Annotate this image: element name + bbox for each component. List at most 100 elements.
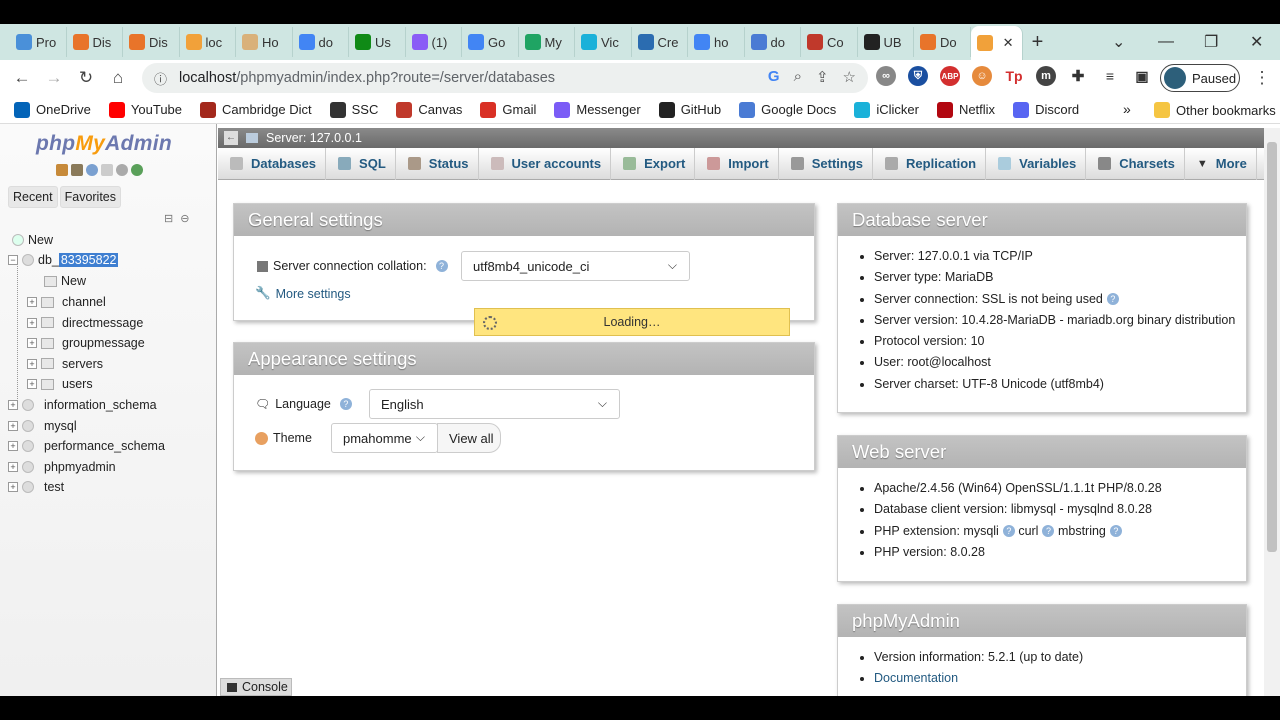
forward-icon[interactable]: → (38, 68, 70, 88)
tree-table-users[interactable]: + users (27, 374, 93, 394)
bookmark-item[interactable]: Google Docs (739, 101, 836, 118)
sidepanel-icon[interactable]: ▣ (1132, 66, 1152, 86)
bookmark-item[interactable]: GitHub (658, 101, 721, 118)
extension-face-icon[interactable]: ☺ (972, 66, 992, 86)
restore-icon[interactable]: ❐ (1204, 24, 1218, 60)
reload-navigation-icon[interactable] (131, 164, 143, 176)
bookmark-item[interactable]: Cambridge Dict (200, 101, 312, 118)
settings-gear-icon[interactable] (116, 164, 128, 176)
zoom-icon[interactable]: ⌕ (794, 68, 802, 86)
google-lens-icon[interactable]: G (768, 68, 780, 86)
browser-tab[interactable]: do (293, 27, 349, 57)
close-tab-icon[interactable]: ✕ (1003, 35, 1014, 51)
tab-databases[interactable]: Databases (218, 147, 327, 180)
tree-new-table[interactable]: New (44, 271, 86, 291)
browser-tab[interactable]: Dis (123, 27, 180, 57)
expand-icon[interactable]: + (27, 317, 37, 328)
bookmark-item[interactable]: Netflix (936, 101, 995, 118)
phpmyadmin-logo[interactable]: phpMyAdmin (36, 132, 172, 156)
tab-more[interactable]: ▼ More (1185, 147, 1257, 180)
tree-db-selected[interactable]: − db_ 83395822 (8, 250, 119, 270)
browser-tab[interactable]: Us (349, 27, 406, 57)
bookmark-item[interactable]: YouTube (108, 101, 182, 118)
expand-icon[interactable]: + (27, 338, 37, 349)
documentation-link[interactable]: Documentation (874, 671, 958, 685)
tree-db-information_schema[interactable]: + information_schema (8, 395, 157, 415)
back-icon[interactable]: ← (6, 68, 38, 88)
more-bookmarks-icon[interactable]: » (1123, 101, 1131, 117)
close-window-icon[interactable]: ✕ (1250, 24, 1263, 60)
minimize-icon[interactable]: — (1158, 24, 1174, 60)
new-tab-icon[interactable]: + (1023, 31, 1053, 54)
shield-icon[interactable]: ⛨ (908, 66, 928, 86)
bookmark-star-icon[interactable]: ☆ (843, 68, 856, 86)
browser-tab[interactable]: (1) (406, 27, 462, 57)
bookmark-item[interactable]: Canvas (396, 101, 462, 118)
active-browser-tab[interactable]: ✕ (970, 26, 1023, 60)
tab-sql[interactable]: SQL (326, 147, 396, 180)
tree-table-servers[interactable]: + servers (27, 354, 103, 374)
m-extension-icon[interactable]: m (1036, 66, 1056, 86)
browser-tab[interactable]: do (745, 27, 801, 57)
tab-replication[interactable]: Replication (873, 147, 987, 180)
address-bar[interactable]: ⓘ localhost/phpmyadmin/index.php?route=/… (142, 63, 868, 93)
tab-user-accounts[interactable]: User accounts (479, 147, 612, 180)
kebab-menu-icon[interactable]: ⋮ (1246, 68, 1278, 88)
expand-icon[interactable]: + (8, 441, 18, 452)
help-icon[interactable]: ? (1042, 525, 1055, 538)
browser-tab[interactable]: Dis (67, 27, 123, 57)
bookmark-item[interactable]: Gmail (480, 101, 536, 118)
collapse-all-icon[interactable]: ⊟ ⊖ (164, 212, 192, 225)
puzzle-icon[interactable]: ✚ (1068, 66, 1088, 86)
tab-import[interactable]: Import (695, 147, 779, 180)
tree-table-directmessage[interactable]: + directmessage (27, 313, 143, 333)
browser-tab[interactable]: Go (462, 27, 519, 57)
browser-tab[interactable]: Vic (575, 27, 632, 57)
tab-search-icon[interactable]: ⌄ (1112, 24, 1125, 60)
help-icon[interactable] (86, 164, 98, 176)
collapse-nav-icon[interactable]: ← (224, 131, 238, 145)
more-settings-text[interactable]: More settings (276, 287, 351, 301)
bookmark-item[interactable]: Messenger (554, 101, 641, 118)
home-icon[interactable] (56, 164, 68, 176)
browser-tab[interactable]: ho (688, 27, 745, 57)
expand-icon[interactable]: + (27, 379, 37, 390)
browser-tab[interactable]: UB (858, 27, 914, 57)
help-icon[interactable]: ? (1106, 293, 1119, 306)
browser-tab[interactable]: Pro (10, 27, 67, 57)
console-toggle[interactable]: Console (220, 678, 292, 696)
bookmark-item[interactable]: iClicker (854, 101, 919, 118)
tree-table-groupmessage[interactable]: + groupmessage (27, 333, 145, 353)
docs-icon[interactable] (101, 164, 113, 176)
reload-icon[interactable]: ↻ (70, 68, 102, 88)
tab-settings[interactable]: Settings (779, 147, 874, 180)
browser-tab[interactable]: Do (914, 27, 971, 57)
extension-icon[interactable]: ∞ (876, 66, 896, 86)
bookmark-item[interactable]: Discord (1013, 101, 1079, 118)
recent-tab[interactable]: Recent (8, 186, 58, 208)
bookmark-item[interactable]: OneDrive (14, 101, 91, 118)
expand-icon[interactable]: + (8, 461, 18, 472)
logout-icon[interactable] (71, 164, 83, 176)
favorites-tab[interactable]: Favorites (59, 186, 122, 208)
help-icon[interactable]: ? (1002, 525, 1015, 538)
profile-button[interactable]: Paused (1160, 64, 1240, 92)
help-icon[interactable]: ? (435, 260, 448, 272)
share-icon[interactable]: ⇪ (816, 68, 829, 86)
expand-icon[interactable]: + (27, 297, 37, 307)
other-bookmarks[interactable]: Other bookmarks (1154, 102, 1276, 118)
home-icon[interactable]: ⌂ (102, 68, 134, 88)
browser-tab[interactable]: Cre (632, 27, 688, 57)
expand-icon[interactable]: + (27, 358, 37, 369)
adblock-icon[interactable]: ABP (940, 66, 960, 86)
bookmark-item[interactable]: SSC (329, 101, 378, 118)
tree-db-mysql[interactable]: + mysql (8, 416, 77, 436)
tree-db-phpmyadmin[interactable]: + phpmyadmin (8, 457, 116, 477)
scrollbar[interactable] (1264, 128, 1280, 696)
tree-db-test[interactable]: + test (8, 477, 64, 497)
tree-table-channel[interactable]: + channel (27, 292, 106, 312)
browser-tab[interactable]: Co (801, 27, 858, 57)
theme-select[interactable]: pmahomme ⌵ (331, 423, 438, 453)
browser-tab[interactable]: Ho (236, 27, 293, 57)
help-icon[interactable]: ? (339, 398, 352, 410)
